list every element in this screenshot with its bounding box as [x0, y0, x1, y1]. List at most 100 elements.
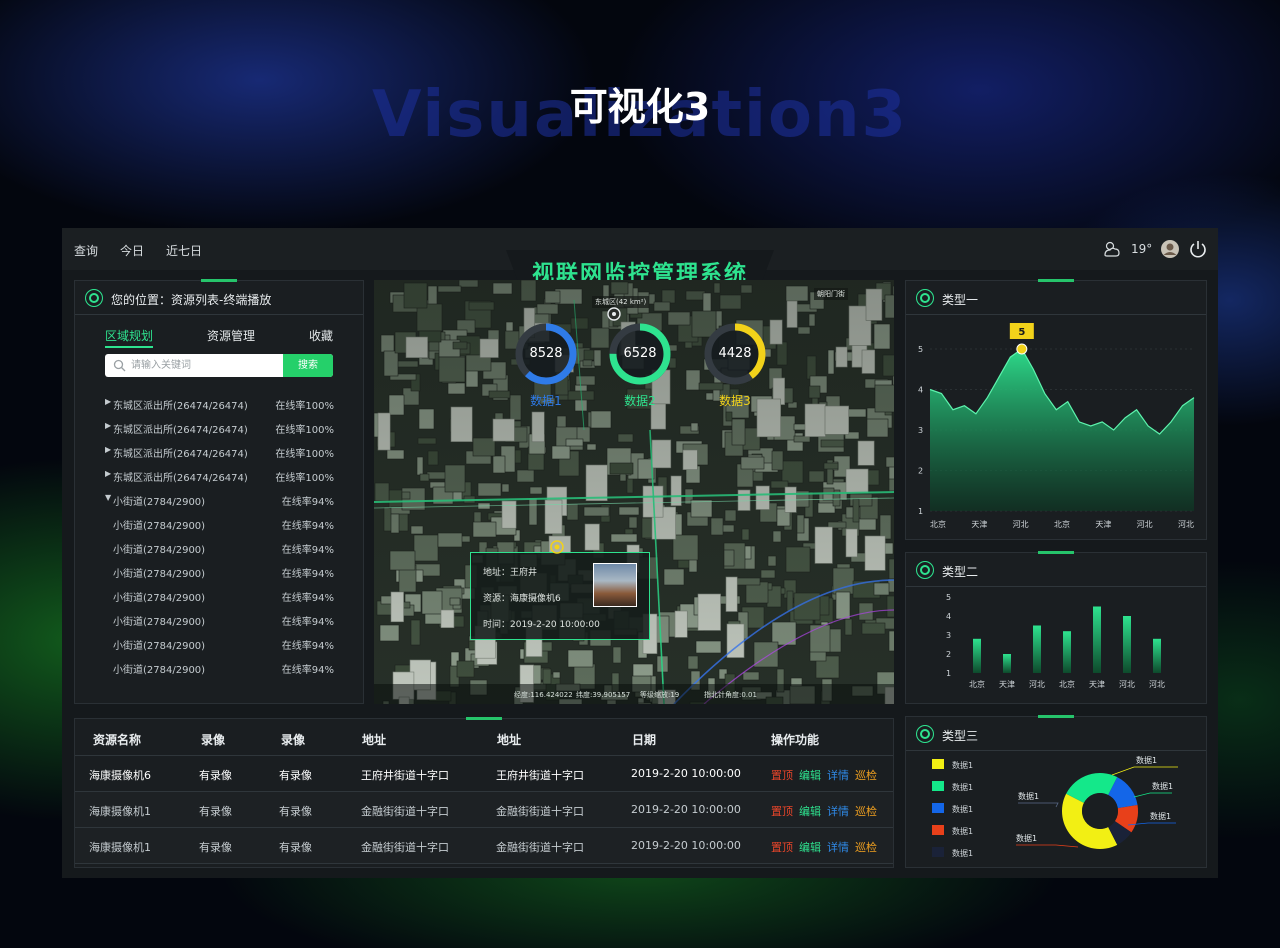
y-tick-label: 1 — [946, 669, 951, 678]
x-tick-label: 河北 — [1119, 679, 1135, 689]
gauge-value: 8528 — [529, 346, 563, 361]
table-cell: 有录像 — [199, 805, 232, 818]
x-tick-label: 北京 — [1054, 519, 1070, 529]
caret-right-icon[interactable]: ▶ — [105, 421, 111, 430]
camera-popup[interactable]: 地址：王府井 资源：海康摄像机6 时间：2019-2-20 10:00:00 — [470, 552, 650, 640]
camera-snapshot[interactable] — [593, 563, 637, 607]
type1-title: 类型一 — [942, 293, 979, 307]
table-cell: 2019-2-20 10:00:00 — [631, 767, 741, 780]
table-row[interactable]: 海康摄像机1 有录像 有录像 金融街街道十字口 金融街街道十字口 2019-2-20 10… — [75, 827, 893, 863]
tree-item[interactable]: ▶ 东城区派出所(26474/26474) 在线率100% — [75, 463, 363, 487]
y-tick-label: 4 — [946, 612, 951, 621]
target-icon — [85, 289, 103, 307]
search-icon — [113, 359, 126, 372]
action-link[interactable]: 详情 — [827, 839, 849, 855]
search-input[interactable] — [131, 357, 281, 374]
tree-item[interactable]: ▶ 东城区派出所(26474/26474) 在线率100% — [75, 415, 363, 439]
tree-item-rate: 在线率100% — [275, 401, 334, 412]
search-button[interactable]: 搜索 — [283, 354, 333, 377]
leader-line — [1016, 844, 1079, 848]
table-row[interactable]: 海康摄像机1 有录像 有录像 金融街街道十字口 金融街街道十字口 2019-2-20 10… — [75, 791, 893, 827]
tab-resource-management[interactable]: 资源管理 — [207, 327, 255, 344]
action-link[interactable]: 巡检 — [855, 803, 877, 819]
y-tick-label: 2 — [918, 467, 923, 476]
tree-item-rate: 在线率94% — [281, 641, 334, 652]
search-box: 搜索 — [105, 354, 333, 377]
tree-item-rate: 在线率94% — [281, 569, 334, 580]
corner-map-label: 朝阳门街 — [814, 288, 848, 300]
bar — [1033, 625, 1041, 673]
panel-header: 类型二 — [906, 553, 1206, 587]
panel-header: 类型一 — [906, 281, 1206, 315]
tree-item[interactable]: ▼ 小街道(2784/2900) 在线率94% — [75, 487, 363, 511]
type2-bar-chart: 1 2 3 4 5 北京 天津 河北 北京 天津 河北 河北 — [946, 593, 1165, 689]
location-breadcrumb: 您的位置：资源列表-终端播放 — [111, 293, 272, 307]
tree-item[interactable]: 小街道(2784/2900) 在线率94% — [75, 631, 363, 655]
action-link[interactable]: 巡检 — [855, 839, 877, 855]
tree-item[interactable]: 小街道(2784/2900) 在线率94% — [75, 559, 363, 583]
action-link[interactable]: 置顶 — [771, 803, 793, 819]
tree-item[interactable]: ▶ 东城区派出所(26474/26474) 在线率100% — [75, 391, 363, 415]
x-tick-label: 天津 — [1089, 679, 1105, 689]
table-row[interactable]: 海康摄像机6 有录像 有录像 王府井街道十字口 王府井街道十字口 2019-2-20 10… — [75, 755, 893, 791]
tab-favorites[interactable]: 收藏 — [309, 327, 333, 344]
leader-line — [1018, 802, 1059, 808]
bar — [1093, 606, 1101, 673]
table-cell: 金融街街道十字口 — [361, 841, 449, 854]
resource-list-panel: 您的位置：资源列表-终端播放 区域规划 资源管理 收藏 搜索 ▶东城区派出所(2… — [74, 279, 364, 704]
tree-item[interactable]: 小街道(2784/2900) 在线率94% — [75, 655, 363, 679]
caret-right-icon[interactable]: ▶ — [105, 397, 111, 406]
action-link[interactable]: 详情 — [827, 767, 849, 783]
action-link[interactable]: 置顶 — [771, 839, 793, 855]
dashboard-window: 查询 今日 近七日 19° 视联网监控管理系统 您的位置：资源列表-终端播放 区… — [62, 228, 1218, 878]
tree-item-rate: 在线率100% — [275, 449, 334, 460]
tree-item[interactable]: 小街道(2784/2900) 在线率94% — [75, 583, 363, 607]
x-tick-label: 河北 — [1013, 519, 1029, 529]
gauge-value: 6528 — [623, 346, 657, 361]
nav-last-seven-days[interactable]: 近七日 — [166, 242, 202, 259]
table-cell: 金融街街道十字口 — [496, 841, 584, 854]
tree-item[interactable]: 小街道(2784/2900) 在线率94% — [75, 511, 363, 535]
camera-marker-icon[interactable] — [550, 540, 564, 554]
popup-resource: 资源：海康摄像机6 — [483, 594, 561, 604]
action-link[interactable]: 巡检 — [855, 767, 877, 783]
tab-region[interactable]: 区域规划 — [105, 327, 154, 348]
table-cell: 海康摄像机1 — [89, 841, 151, 854]
leader-line — [1133, 792, 1172, 798]
y-tick-label: 5 — [918, 345, 923, 354]
nav-query[interactable]: 查询 — [74, 242, 98, 259]
peak-label: 5 — [1018, 327, 1025, 338]
power-icon[interactable] — [1188, 238, 1208, 260]
x-tick-label: 天津 — [1095, 519, 1111, 529]
action-link[interactable]: 编辑 — [799, 767, 821, 783]
slice-label: 数据1 — [1152, 781, 1173, 791]
temperature: 19° — [1131, 242, 1153, 256]
caret-right-icon[interactable]: ▶ — [105, 469, 111, 478]
avatar[interactable] — [1160, 238, 1180, 260]
caret-right-icon[interactable]: ▶ — [105, 445, 111, 454]
action-link[interactable]: 编辑 — [799, 839, 821, 855]
table-cell: 2019-2-20 10:00:00 — [631, 803, 741, 816]
tree-item[interactable]: ▶ 东城区派出所(26474/26474) 在线率100% — [75, 439, 363, 463]
type1-area-chart: 1 2 3 4 5 5 北京 天津 河北 北京 天津 河北 河北 — [918, 323, 1195, 529]
tree-item[interactable]: 小街道(2784/2900) 在线率94% — [75, 607, 363, 631]
popup-time: 时间：2019-2-20 10:00:00 — [483, 620, 600, 630]
table-cell: 王府井街道十字口 — [361, 769, 449, 782]
type3-title: 类型三 — [942, 729, 979, 743]
tree-item-rate: 在线率94% — [281, 665, 334, 676]
tree-item[interactable]: 小街道(2784/2900) 在线率94% — [75, 535, 363, 559]
tree-item-rate: 在线率94% — [281, 545, 334, 556]
city-map[interactable]: 东城区(42 km²) 朝阳门街 8528 数据1 6528 数据2 4428 数据3 地… — [374, 280, 894, 704]
table-cell: 有录像 — [279, 841, 312, 854]
target-icon — [916, 289, 934, 307]
caret-down-icon[interactable]: ▼ — [105, 493, 111, 502]
table-header-name: 资源名称 — [93, 733, 142, 747]
table-cell: 金融街街道十字口 — [361, 805, 449, 818]
x-tick-label: 河北 — [1178, 519, 1194, 529]
tree-item-name: 小街道(2784/2900) — [113, 569, 206, 580]
action-link[interactable]: 置顶 — [771, 767, 793, 783]
action-link[interactable]: 编辑 — [799, 803, 821, 819]
action-link[interactable]: 详情 — [827, 803, 849, 819]
nav-today[interactable]: 今日 — [120, 242, 144, 259]
page-title: 可视化3 — [569, 85, 711, 129]
